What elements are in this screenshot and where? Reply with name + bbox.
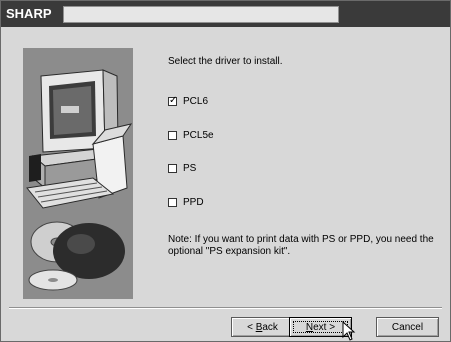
divider <box>9 307 442 309</box>
option-pcl5e[interactable]: PCL5e <box>168 130 214 141</box>
cancel-button[interactable]: Cancel <box>376 317 439 337</box>
cd-disc-illustration <box>28 221 125 291</box>
option-ps-label: PS <box>183 163 197 174</box>
side-illustration-panel <box>23 48 133 299</box>
option-ppd[interactable]: PPD <box>168 197 204 208</box>
option-pcl6[interactable]: ✓ PCL6 <box>168 95 209 107</box>
checkbox-pcl5e[interactable] <box>168 131 177 140</box>
checkbox-ppd[interactable] <box>168 198 177 207</box>
note-text: Note: If you want to print data with PS … <box>168 234 434 257</box>
back-button[interactable]: < Back <box>231 317 294 337</box>
option-pcl5e-label: PCL5e <box>183 130 214 141</box>
focus-rect <box>293 321 348 333</box>
checkbox-pcl6[interactable]: ✓ <box>168 95 178 106</box>
title-bar: SHARP <box>1 1 450 27</box>
back-button-prefix: < <box>247 321 256 333</box>
setup-dialog: SHARP Select the driver to install. ✓ PC… <box>0 0 451 342</box>
window-title: SHARP <box>6 6 52 21</box>
back-button-rest: ack <box>262 321 278 333</box>
option-ppd-label: PPD <box>183 197 204 208</box>
mouse-cursor-icon <box>342 321 356 341</box>
back-button-mnemonic: B <box>255 321 263 333</box>
checkmark-icon: ✓ <box>169 95 178 106</box>
option-ps[interactable]: PS <box>168 163 196 174</box>
title-bar-field <box>63 6 339 23</box>
option-pcl6-label: PCL6 <box>183 96 209 107</box>
checkbox-ps[interactable] <box>168 164 177 173</box>
instruction-text: Select the driver to install. <box>168 56 283 67</box>
